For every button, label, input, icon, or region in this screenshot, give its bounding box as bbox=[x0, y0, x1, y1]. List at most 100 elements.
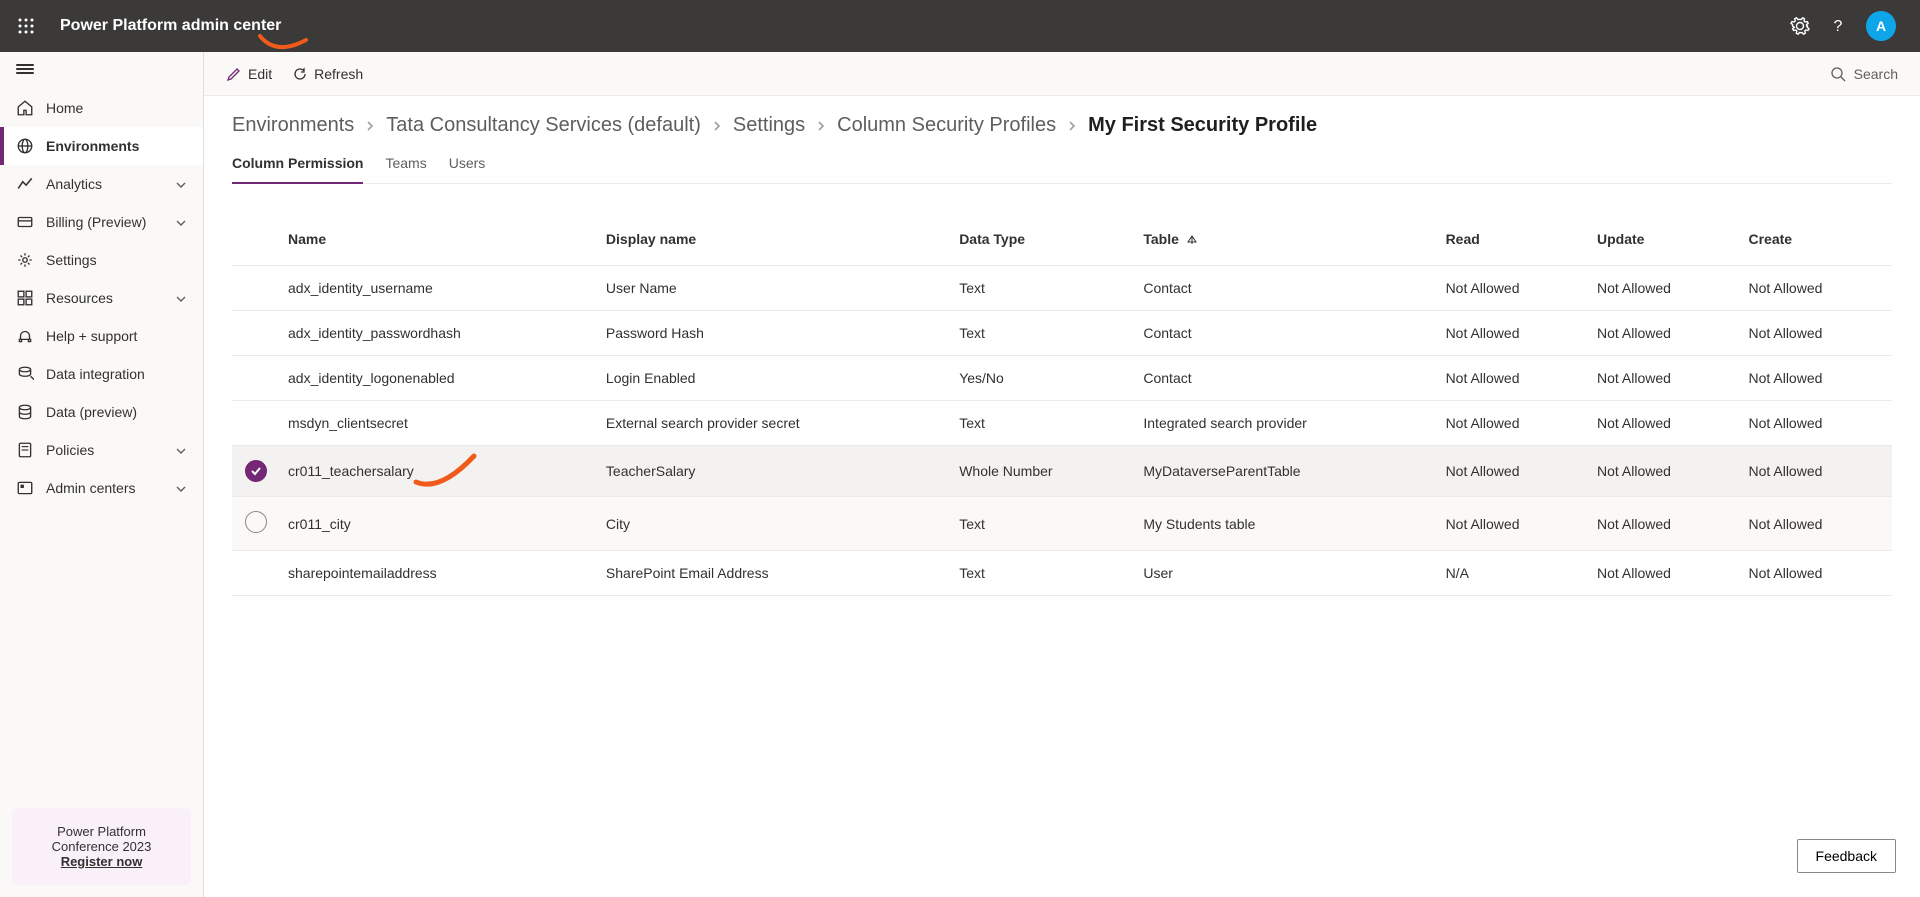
sidebar-item-admin-centers[interactable]: Admin centers bbox=[0, 469, 203, 507]
cell-update: Not Allowed bbox=[1589, 446, 1740, 497]
sort-asc-icon bbox=[1187, 235, 1197, 245]
sidebar-toggle-button[interactable] bbox=[0, 52, 203, 89]
promo-register-link[interactable]: Register now bbox=[20, 854, 183, 869]
search-button[interactable]: Search bbox=[1820, 60, 1908, 88]
chevron-down-icon bbox=[175, 217, 187, 229]
tab-teams[interactable]: Teams bbox=[385, 147, 426, 183]
cell-data-type: Text bbox=[951, 401, 1135, 446]
chevron-down-icon bbox=[175, 293, 187, 305]
account-avatar[interactable]: A bbox=[1866, 11, 1896, 41]
col-header-display-name[interactable]: Display name bbox=[598, 212, 951, 266]
col-header-data-type[interactable]: Data Type bbox=[951, 212, 1135, 266]
cell-read: Not Allowed bbox=[1438, 356, 1589, 401]
cell-data-type: Whole Number bbox=[951, 446, 1135, 497]
sidebar-item-resources[interactable]: Resources bbox=[0, 279, 203, 317]
cell-table: Contact bbox=[1135, 266, 1437, 311]
sidebar-item-label: Billing (Preview) bbox=[46, 214, 146, 230]
cell-name: cr011_teachersalary bbox=[280, 446, 598, 497]
table-row[interactable]: cr011_teachersalaryTeacherSalaryWhole Nu… bbox=[232, 446, 1892, 497]
search-label: Search bbox=[1854, 66, 1898, 82]
hamburger-icon bbox=[16, 62, 34, 76]
admin-centers-icon bbox=[16, 479, 34, 497]
row-select-toggle[interactable] bbox=[245, 511, 267, 533]
cell-display-name: Password Hash bbox=[598, 311, 951, 356]
table-row[interactable]: adx_identity_logonenabledLogin EnabledYe… bbox=[232, 356, 1892, 401]
sidebar-item-data-integration[interactable]: Data integration bbox=[0, 355, 203, 393]
cell-display-name: External search provider secret bbox=[598, 401, 951, 446]
sidebar-item-policies[interactable]: Policies bbox=[0, 431, 203, 469]
col-header-table[interactable]: Table bbox=[1135, 212, 1437, 266]
sidebar-item-label: Resources bbox=[46, 290, 113, 306]
cell-display-name: City bbox=[598, 497, 951, 551]
resources-icon bbox=[16, 289, 34, 307]
table-row[interactable]: cr011_cityCityTextMy Students tableNot A… bbox=[232, 497, 1892, 551]
sidebar-item-settings[interactable]: Settings bbox=[0, 241, 203, 279]
cell-create: Not Allowed bbox=[1740, 356, 1892, 401]
breadcrumb-link[interactable]: Settings bbox=[733, 114, 805, 137]
col-header-update[interactable]: Update bbox=[1589, 212, 1740, 266]
tab-users[interactable]: Users bbox=[449, 147, 486, 183]
cell-update: Not Allowed bbox=[1589, 497, 1740, 551]
cell-data-type: Text bbox=[951, 551, 1135, 596]
cell-table: My Students table bbox=[1135, 497, 1437, 551]
cell-name: adx_identity_logonenabled bbox=[280, 356, 598, 401]
promo-line-2: Conference 2023 bbox=[20, 839, 183, 854]
sidebar: HomeEnvironments Analytics Billing (Previe… bbox=[0, 52, 204, 897]
help-icon: ? bbox=[1828, 16, 1848, 36]
breadcrumb-link[interactable]: Tata Consultancy Services (default) bbox=[386, 114, 701, 137]
edit-button[interactable]: Edit bbox=[216, 60, 282, 88]
settings-button[interactable] bbox=[1790, 16, 1810, 36]
col-header-select[interactable] bbox=[232, 212, 280, 266]
cell-display-name: User Name bbox=[598, 266, 951, 311]
sidebar-item-label: Help + support bbox=[46, 328, 137, 344]
feedback-button[interactable]: Feedback bbox=[1797, 839, 1896, 873]
breadcrumb-separator bbox=[1066, 120, 1078, 132]
col-header-create[interactable]: Create bbox=[1740, 212, 1892, 266]
breadcrumb-link[interactable]: Column Security Profiles bbox=[837, 114, 1056, 137]
cell-display-name: TeacherSalary bbox=[598, 446, 951, 497]
sidebar-item-analytics[interactable]: Analytics bbox=[0, 165, 203, 203]
sidebar-item-data-preview-[interactable]: Data (preview) bbox=[0, 393, 203, 431]
app-launcher-button[interactable] bbox=[10, 10, 42, 42]
refresh-button[interactable]: Refresh bbox=[282, 60, 373, 88]
breadcrumb-current: My First Security Profile bbox=[1088, 114, 1317, 137]
content-area: Environments Tata Consultancy Services (d… bbox=[204, 96, 1920, 897]
help-button[interactable]: ? bbox=[1828, 16, 1848, 36]
row-select-toggle[interactable] bbox=[245, 460, 267, 482]
sidebar-item-label: Policies bbox=[46, 442, 94, 458]
table-row[interactable]: adx_identity_passwordhashPassword HashTe… bbox=[232, 311, 1892, 356]
promo-line-1: Power Platform bbox=[20, 824, 183, 839]
table-row[interactable]: adx_identity_usernameUser NameTextContac… bbox=[232, 266, 1892, 311]
sidebar-item-help-support[interactable]: Help + support bbox=[0, 317, 203, 355]
sidebar-item-home[interactable]: Home bbox=[0, 89, 203, 127]
support-icon bbox=[16, 327, 34, 345]
home-icon bbox=[16, 99, 34, 117]
cell-update: Not Allowed bbox=[1589, 551, 1740, 596]
globe-icon bbox=[16, 137, 34, 155]
col-header-name[interactable]: Name bbox=[280, 212, 598, 266]
tab-column-permission[interactable]: Column Permission bbox=[232, 147, 363, 183]
sidebar-item-billing-preview-[interactable]: Billing (Preview) bbox=[0, 203, 203, 241]
tabs: Column Permission Teams Users bbox=[232, 147, 1892, 184]
sidebar-item-label: Analytics bbox=[46, 176, 102, 192]
cell-table: Contact bbox=[1135, 311, 1437, 356]
gear-icon bbox=[16, 251, 34, 269]
breadcrumb-link[interactable]: Environments bbox=[232, 114, 354, 137]
cell-create: Not Allowed bbox=[1740, 311, 1892, 356]
cell-update: Not Allowed bbox=[1589, 266, 1740, 311]
data-integration-icon bbox=[16, 365, 34, 383]
edit-icon bbox=[226, 66, 242, 82]
cell-data-type: Text bbox=[951, 497, 1135, 551]
table-row[interactable]: msdyn_clientsecretExternal search provid… bbox=[232, 401, 1892, 446]
table-row[interactable]: sharepointemailaddressSharePoint Email A… bbox=[232, 551, 1892, 596]
gear-icon bbox=[1790, 16, 1810, 36]
sidebar-item-environments[interactable]: Environments bbox=[0, 127, 203, 165]
cell-table: User bbox=[1135, 551, 1437, 596]
cell-name: msdyn_clientsecret bbox=[280, 401, 598, 446]
cell-read: Not Allowed bbox=[1438, 497, 1589, 551]
breadcrumb-separator bbox=[711, 120, 723, 132]
refresh-icon bbox=[292, 66, 308, 82]
col-header-read[interactable]: Read bbox=[1438, 212, 1589, 266]
cell-create: Not Allowed bbox=[1740, 446, 1892, 497]
cell-update: Not Allowed bbox=[1589, 356, 1740, 401]
